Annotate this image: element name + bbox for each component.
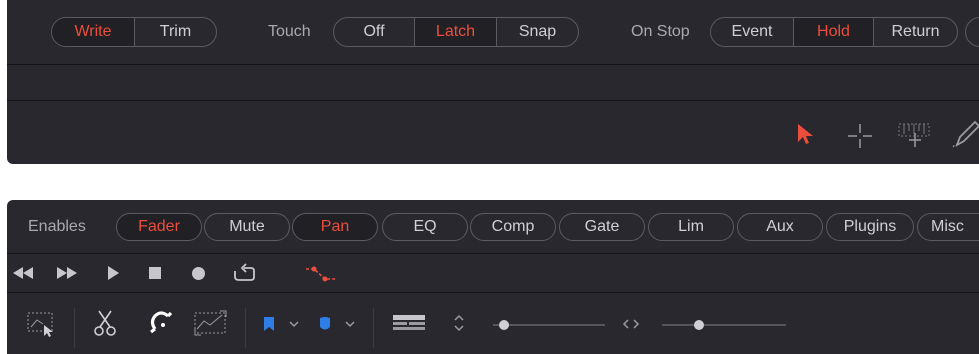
toolbar-divider <box>245 308 246 348</box>
flag-marker-icon[interactable] <box>318 315 358 333</box>
horizontal-zoom-slider[interactable] <box>662 324 786 326</box>
touch-mode-group: Off Latch Snap <box>333 17 579 47</box>
automation-curve-icon[interactable] <box>303 263 339 285</box>
loop-icon[interactable] <box>231 263 257 283</box>
enable-eq-button[interactable]: EQ <box>382 213 468 241</box>
pointer-icon[interactable] <box>795 123 815 145</box>
record-icon[interactable] <box>191 266 206 281</box>
automation-panel: Write Trim Touch Off Latch Snap On Stop … <box>7 0 979 164</box>
enables-label: Enables <box>28 218 86 235</box>
snap-magnet-icon[interactable] <box>148 310 174 336</box>
play-icon[interactable] <box>106 265 120 281</box>
on-stop-event-button[interactable]: Event <box>711 18 793 46</box>
enables-row: Enables Fader Mute Pan EQ Comp Gate Lim … <box>7 200 979 253</box>
on-stop-mode-group: Event Hold Return <box>710 17 958 47</box>
enable-fader-button[interactable]: Fader <box>116 213 202 241</box>
fairlight-controls-panel: Enables Fader Mute Pan EQ Comp Gate Lim … <box>7 200 979 354</box>
enable-mute-button[interactable]: Mute <box>204 213 290 241</box>
on-stop-hold-button[interactable]: Hold <box>793 18 873 46</box>
blue-marker-icon[interactable] <box>262 315 302 333</box>
empty-row <box>7 65 979 100</box>
touch-label: Touch <box>268 23 311 40</box>
range-select-icon[interactable] <box>895 121 935 149</box>
zoom-region-icon[interactable] <box>192 309 230 337</box>
enable-gate-button[interactable]: Gate <box>559 213 645 241</box>
trim-button[interactable]: Trim <box>134 18 216 46</box>
enable-plugins-button[interactable]: Plugins <box>826 213 914 241</box>
razor-icon[interactable] <box>93 309 117 337</box>
write-mode-group: Write Trim <box>51 17 217 47</box>
touch-off-button[interactable]: Off <box>334 18 414 46</box>
toolbar-divider <box>373 308 374 348</box>
horizontal-zoom-knob[interactable] <box>694 320 705 330</box>
automation-toolbar: Write Trim Touch Off Latch Snap On Stop … <box>7 0 979 64</box>
on-stop-return-button[interactable]: Return <box>873 18 957 46</box>
pencil-icon[interactable] <box>951 119 979 149</box>
transport-row <box>7 254 979 292</box>
enable-aux-button[interactable]: Aux <box>737 213 823 241</box>
vertical-zoom-slider[interactable] <box>493 324 605 326</box>
touch-latch-button[interactable]: Latch <box>414 18 496 46</box>
tool-row <box>7 101 979 164</box>
enable-pan-button[interactable]: Pan <box>292 213 378 241</box>
horizontal-zoom-icon[interactable] <box>621 317 641 331</box>
vertical-zoom-knob[interactable] <box>499 320 510 330</box>
toolbar-divider <box>74 308 75 348</box>
write-button[interactable]: Write <box>52 18 134 46</box>
next-group-edge <box>965 17 979 47</box>
selection-tool-icon[interactable] <box>27 311 57 337</box>
fast-forward-icon[interactable] <box>55 266 79 280</box>
enable-misc-button[interactable]: Misc <box>917 213 979 241</box>
enable-comp-button[interactable]: Comp <box>470 213 556 241</box>
on-stop-label: On Stop <box>631 23 690 40</box>
edit-tools-row <box>7 293 979 354</box>
enable-lim-button[interactable]: Lim <box>648 213 734 241</box>
track-height-icon[interactable] <box>391 314 427 332</box>
vertical-zoom-icon[interactable] <box>452 312 466 334</box>
crosshair-icon[interactable] <box>847 123 873 149</box>
rewind-icon[interactable] <box>11 266 35 280</box>
touch-snap-button[interactable]: Snap <box>496 18 578 46</box>
stop-icon[interactable] <box>148 266 162 280</box>
